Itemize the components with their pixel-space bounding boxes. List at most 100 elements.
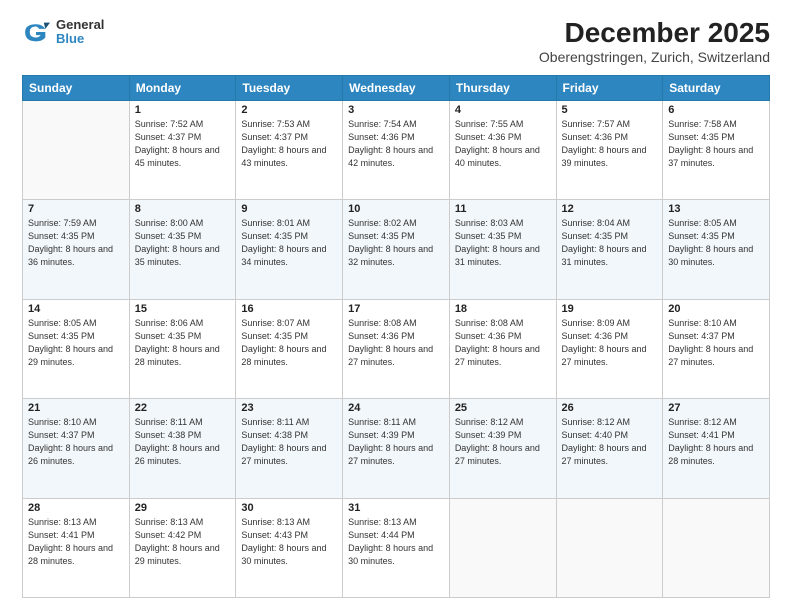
day-number: 20 bbox=[668, 303, 764, 315]
calendar-cell: 23 Sunrise: 8:11 AM Sunset: 4:38 PM Dayl… bbox=[236, 399, 343, 498]
cell-info: Sunrise: 8:05 AM Sunset: 4:35 PM Dayligh… bbox=[28, 317, 124, 369]
day-number: 14 bbox=[28, 303, 124, 315]
title-block: December 2025 Oberengstringen, Zurich, S… bbox=[539, 18, 770, 65]
daylight-text: Daylight: 8 hours and 30 minutes. bbox=[348, 543, 433, 566]
sunset-text: Sunset: 4:36 PM bbox=[455, 132, 522, 142]
sunset-text: Sunset: 4:39 PM bbox=[348, 430, 415, 440]
sunrise-text: Sunrise: 8:06 AM bbox=[135, 318, 204, 328]
sunrise-text: Sunrise: 8:13 AM bbox=[348, 517, 417, 527]
sunset-text: Sunset: 4:37 PM bbox=[668, 331, 735, 341]
calendar-cell: 9 Sunrise: 8:01 AM Sunset: 4:35 PM Dayli… bbox=[236, 200, 343, 299]
sunset-text: Sunset: 4:35 PM bbox=[455, 231, 522, 241]
daylight-text: Daylight: 8 hours and 37 minutes. bbox=[668, 145, 753, 168]
day-number: 7 bbox=[28, 203, 124, 215]
calendar-cell: 1 Sunrise: 7:52 AM Sunset: 4:37 PM Dayli… bbox=[129, 100, 236, 199]
calendar-cell bbox=[663, 498, 770, 597]
cell-info: Sunrise: 7:55 AM Sunset: 4:36 PM Dayligh… bbox=[455, 118, 551, 170]
cell-info: Sunrise: 8:05 AM Sunset: 4:35 PM Dayligh… bbox=[668, 217, 764, 269]
sunrise-text: Sunrise: 8:03 AM bbox=[455, 218, 524, 228]
sunset-text: Sunset: 4:35 PM bbox=[241, 331, 308, 341]
sunrise-text: Sunrise: 8:10 AM bbox=[28, 417, 97, 427]
logo-line2: Blue bbox=[56, 32, 104, 46]
calendar-cell: 4 Sunrise: 7:55 AM Sunset: 4:36 PM Dayli… bbox=[449, 100, 556, 199]
day-number: 24 bbox=[348, 402, 444, 414]
calendar-cell: 29 Sunrise: 8:13 AM Sunset: 4:42 PM Dayl… bbox=[129, 498, 236, 597]
day-number: 5 bbox=[562, 104, 658, 116]
sunset-text: Sunset: 4:35 PM bbox=[28, 231, 95, 241]
daylight-text: Daylight: 8 hours and 43 minutes. bbox=[241, 145, 326, 168]
logo-line1: General bbox=[56, 18, 104, 32]
calendar-cell: 12 Sunrise: 8:04 AM Sunset: 4:35 PM Dayl… bbox=[556, 200, 663, 299]
daylight-text: Daylight: 8 hours and 39 minutes. bbox=[562, 145, 647, 168]
cell-info: Sunrise: 7:59 AM Sunset: 4:35 PM Dayligh… bbox=[28, 217, 124, 269]
calendar-cell: 3 Sunrise: 7:54 AM Sunset: 4:36 PM Dayli… bbox=[343, 100, 450, 199]
day-number: 12 bbox=[562, 203, 658, 215]
sunrise-text: Sunrise: 8:12 AM bbox=[668, 417, 737, 427]
day-number: 4 bbox=[455, 104, 551, 116]
sunset-text: Sunset: 4:35 PM bbox=[562, 231, 629, 241]
day-number: 11 bbox=[455, 203, 551, 215]
sunrise-text: Sunrise: 7:57 AM bbox=[562, 119, 631, 129]
cell-info: Sunrise: 8:00 AM Sunset: 4:35 PM Dayligh… bbox=[135, 217, 231, 269]
sunset-text: Sunset: 4:36 PM bbox=[455, 331, 522, 341]
daylight-text: Daylight: 8 hours and 45 minutes. bbox=[135, 145, 220, 168]
week-row-5: 28 Sunrise: 8:13 AM Sunset: 4:41 PM Dayl… bbox=[23, 498, 770, 597]
cell-info: Sunrise: 8:02 AM Sunset: 4:35 PM Dayligh… bbox=[348, 217, 444, 269]
sunrise-text: Sunrise: 8:05 AM bbox=[668, 218, 737, 228]
logo-icon bbox=[22, 18, 50, 46]
daylight-text: Daylight: 8 hours and 29 minutes. bbox=[28, 344, 113, 367]
sunrise-text: Sunrise: 8:00 AM bbox=[135, 218, 204, 228]
calendar-cell: 14 Sunrise: 8:05 AM Sunset: 4:35 PM Dayl… bbox=[23, 299, 130, 398]
daylight-text: Daylight: 8 hours and 27 minutes. bbox=[562, 344, 647, 367]
sunset-text: Sunset: 4:41 PM bbox=[668, 430, 735, 440]
calendar-cell: 22 Sunrise: 8:11 AM Sunset: 4:38 PM Dayl… bbox=[129, 399, 236, 498]
sunrise-text: Sunrise: 7:55 AM bbox=[455, 119, 524, 129]
cell-info: Sunrise: 7:53 AM Sunset: 4:37 PM Dayligh… bbox=[241, 118, 337, 170]
day-number: 6 bbox=[668, 104, 764, 116]
sunset-text: Sunset: 4:35 PM bbox=[668, 132, 735, 142]
sunrise-text: Sunrise: 8:05 AM bbox=[28, 318, 97, 328]
daylight-text: Daylight: 8 hours and 28 minutes. bbox=[668, 443, 753, 466]
cell-info: Sunrise: 8:12 AM Sunset: 4:41 PM Dayligh… bbox=[668, 416, 764, 468]
sunrise-text: Sunrise: 8:09 AM bbox=[562, 318, 631, 328]
calendar-cell: 2 Sunrise: 7:53 AM Sunset: 4:37 PM Dayli… bbox=[236, 100, 343, 199]
calendar-cell: 16 Sunrise: 8:07 AM Sunset: 4:35 PM Dayl… bbox=[236, 299, 343, 398]
calendar-cell: 18 Sunrise: 8:08 AM Sunset: 4:36 PM Dayl… bbox=[449, 299, 556, 398]
day-number: 23 bbox=[241, 402, 337, 414]
day-number: 31 bbox=[348, 502, 444, 514]
daylight-text: Daylight: 8 hours and 31 minutes. bbox=[455, 244, 540, 267]
sunset-text: Sunset: 4:41 PM bbox=[28, 530, 95, 540]
calendar-cell: 26 Sunrise: 8:12 AM Sunset: 4:40 PM Dayl… bbox=[556, 399, 663, 498]
calendar-cell: 25 Sunrise: 8:12 AM Sunset: 4:39 PM Dayl… bbox=[449, 399, 556, 498]
cell-info: Sunrise: 8:11 AM Sunset: 4:38 PM Dayligh… bbox=[241, 416, 337, 468]
daylight-text: Daylight: 8 hours and 27 minutes. bbox=[241, 443, 326, 466]
sunset-text: Sunset: 4:37 PM bbox=[28, 430, 95, 440]
day-number: 9 bbox=[241, 203, 337, 215]
sunset-text: Sunset: 4:43 PM bbox=[241, 530, 308, 540]
daylight-text: Daylight: 8 hours and 28 minutes. bbox=[28, 543, 113, 566]
day-number: 22 bbox=[135, 402, 231, 414]
daylight-text: Daylight: 8 hours and 34 minutes. bbox=[241, 244, 326, 267]
daylight-text: Daylight: 8 hours and 27 minutes. bbox=[455, 344, 540, 367]
calendar-cell: 20 Sunrise: 8:10 AM Sunset: 4:37 PM Dayl… bbox=[663, 299, 770, 398]
cell-info: Sunrise: 8:09 AM Sunset: 4:36 PM Dayligh… bbox=[562, 317, 658, 369]
sunset-text: Sunset: 4:39 PM bbox=[455, 430, 522, 440]
calendar-title: December 2025 bbox=[539, 18, 770, 49]
calendar-cell: 5 Sunrise: 7:57 AM Sunset: 4:36 PM Dayli… bbox=[556, 100, 663, 199]
sunset-text: Sunset: 4:35 PM bbox=[28, 331, 95, 341]
cell-info: Sunrise: 8:13 AM Sunset: 4:44 PM Dayligh… bbox=[348, 516, 444, 568]
sunrise-text: Sunrise: 8:13 AM bbox=[135, 517, 204, 527]
week-row-1: 1 Sunrise: 7:52 AM Sunset: 4:37 PM Dayli… bbox=[23, 100, 770, 199]
calendar-cell: 8 Sunrise: 8:00 AM Sunset: 4:35 PM Dayli… bbox=[129, 200, 236, 299]
sunrise-text: Sunrise: 8:04 AM bbox=[562, 218, 631, 228]
cell-info: Sunrise: 7:58 AM Sunset: 4:35 PM Dayligh… bbox=[668, 118, 764, 170]
day-number: 29 bbox=[135, 502, 231, 514]
page: General Blue December 2025 Oberengstring… bbox=[0, 0, 792, 612]
calendar-cell: 21 Sunrise: 8:10 AM Sunset: 4:37 PM Dayl… bbox=[23, 399, 130, 498]
calendar-cell bbox=[23, 100, 130, 199]
cell-info: Sunrise: 8:13 AM Sunset: 4:43 PM Dayligh… bbox=[241, 516, 337, 568]
week-row-2: 7 Sunrise: 7:59 AM Sunset: 4:35 PM Dayli… bbox=[23, 200, 770, 299]
sunrise-text: Sunrise: 7:53 AM bbox=[241, 119, 310, 129]
col-monday: Monday bbox=[129, 75, 236, 100]
day-number: 18 bbox=[455, 303, 551, 315]
